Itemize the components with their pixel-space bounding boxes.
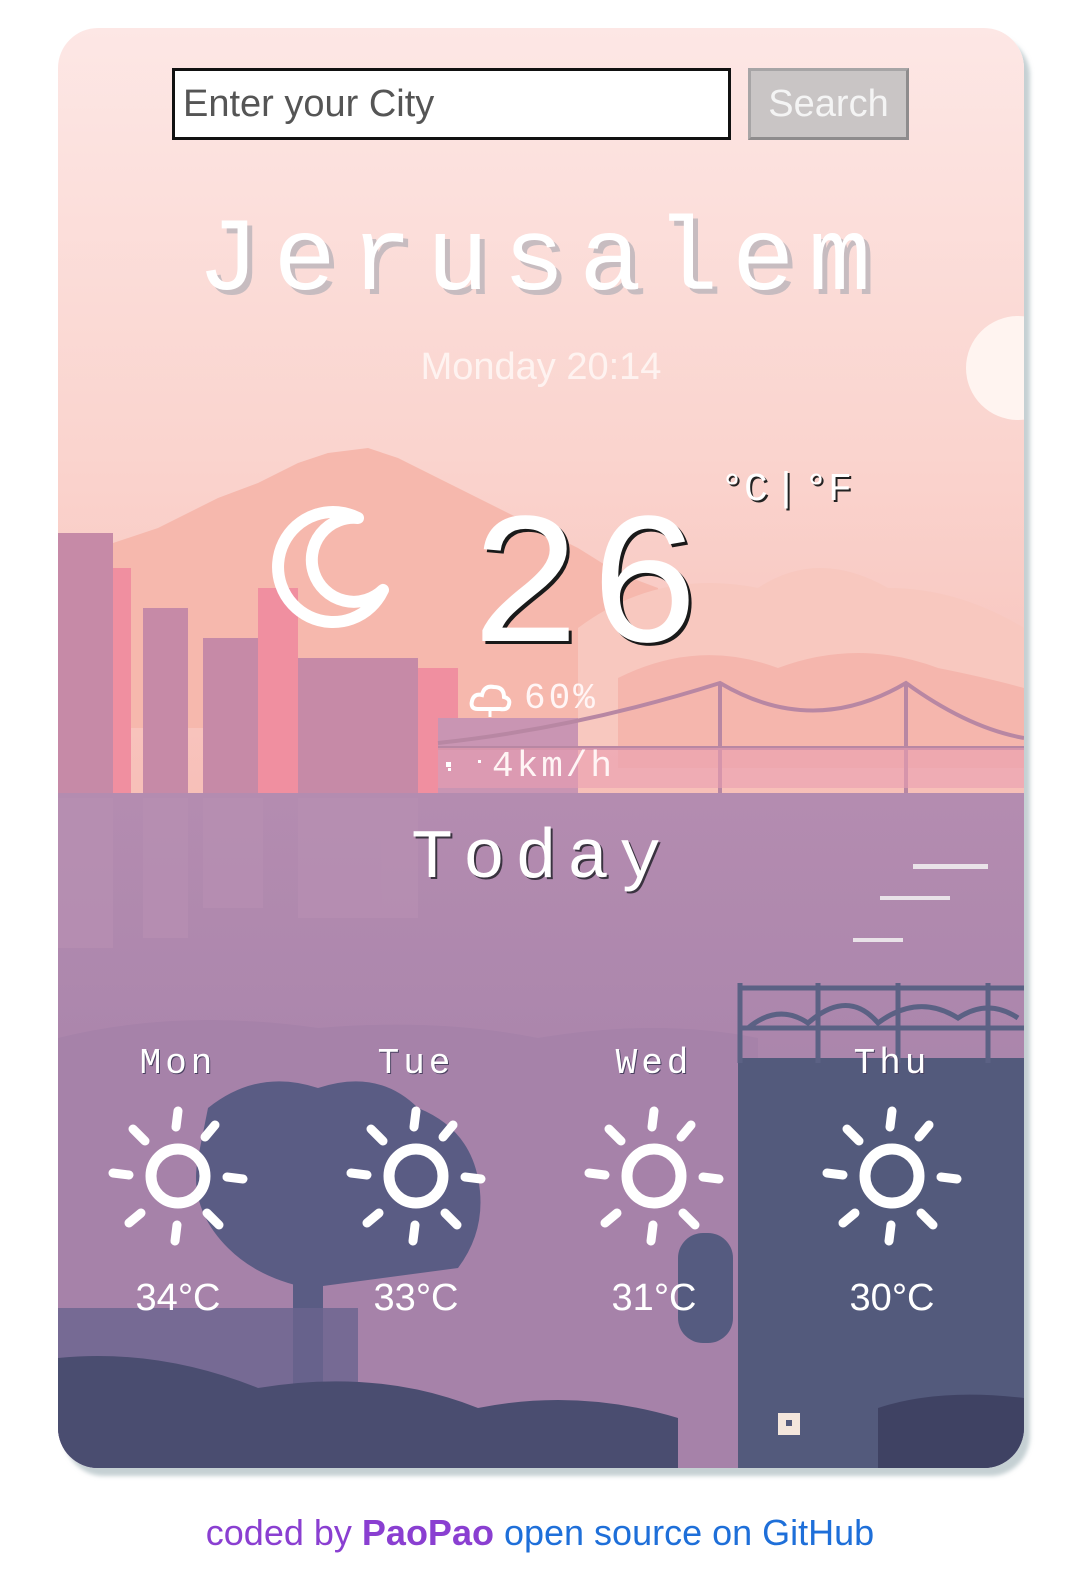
author-link[interactable]: PaoPao — [362, 1512, 494, 1553]
forecast-temp: 33°C — [373, 1277, 459, 1319]
weather-card: Search Jerusalem Monday 20:14 °C | °F 26… — [58, 28, 1024, 1468]
unit-separator: | — [774, 468, 799, 513]
crescent-moon-icon — [272, 506, 389, 628]
sun-icon — [584, 1106, 724, 1246]
forecast-row: Mon 34°C Tue 33°C Wed 31°C Thu 30°C — [58, 1043, 1024, 1343]
forecast-day-name: Tue — [377, 1043, 455, 1084]
city-name: Jerusalem — [197, 203, 885, 321]
humidity-value: 60% — [524, 678, 598, 719]
humidity-row: 60% — [468, 678, 598, 719]
forecast-day: Mon 34°C — [58, 1043, 298, 1320]
forecast-day-name: Wed — [615, 1043, 693, 1084]
today-label: Today — [410, 820, 672, 899]
forecast-temp: 31°C — [611, 1277, 697, 1319]
forecast-day: Tue 33°C — [296, 1043, 536, 1320]
fahrenheit-toggle[interactable]: °F — [804, 468, 852, 513]
city-search-input[interactable] — [172, 68, 731, 140]
celsius-toggle[interactable]: °C — [720, 468, 768, 513]
wind-row: 4km/h — [442, 746, 615, 787]
search-button[interactable]: Search — [748, 68, 909, 140]
github-link[interactable]: open source on GitHub — [504, 1512, 874, 1553]
forecast-temp: 30°C — [849, 1277, 935, 1319]
wind-icon — [446, 759, 481, 771]
cloud-icon — [469, 684, 512, 717]
sun-icon — [822, 1106, 962, 1246]
current-datetime: Monday 20:14 — [420, 346, 662, 388]
footer-prefix: coded by — [205, 1512, 352, 1553]
sun-icon — [346, 1106, 486, 1246]
forecast-day: Wed 31°C — [534, 1043, 774, 1320]
current-temperature: 26 — [469, 485, 707, 698]
footer: coded by PaoPao open source on GitHub — [0, 1512, 1080, 1554]
forecast-day-name: Mon — [139, 1043, 217, 1084]
forecast-day: Thu 30°C — [772, 1043, 1012, 1320]
wind-value: 4km/h — [492, 746, 616, 787]
forecast-temp: 34°C — [135, 1277, 221, 1319]
sun-icon — [108, 1106, 248, 1246]
unit-toggle: °C | °F — [720, 468, 852, 513]
forecast-day-name: Thu — [853, 1043, 931, 1084]
